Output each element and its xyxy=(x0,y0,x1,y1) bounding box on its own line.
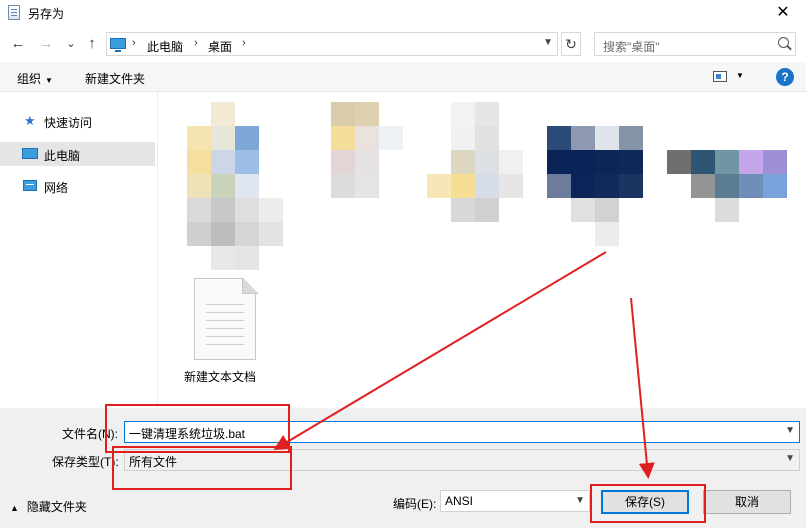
breadcrumb-separator[interactable]: › xyxy=(242,37,246,49)
breadcrumb-this-pc[interactable]: 此电脑 xyxy=(147,38,183,55)
breadcrumb-desktop[interactable]: 桌面 xyxy=(208,38,232,55)
chevron-down-icon[interactable]: ▼ xyxy=(785,453,795,464)
title-bar: 另存为 ✕ xyxy=(0,0,806,26)
encoding-label: 编码(E): xyxy=(393,497,437,511)
sidebar-item-this-pc[interactable]: 此电脑 xyxy=(0,142,155,166)
window-title: 另存为 xyxy=(28,7,65,21)
chevron-down-icon[interactable]: ▼ xyxy=(543,37,553,48)
sidebar-item-label: 快速访问 xyxy=(44,116,93,130)
chevron-down-icon[interactable]: ▼ xyxy=(575,495,585,506)
up-button[interactable]: ↑ xyxy=(82,34,102,54)
command-bar: 组织 ▼ 新建文件夹 ▼ ? xyxy=(0,62,806,92)
search-input[interactable]: 搜索"桌面" xyxy=(594,32,796,56)
refresh-button[interactable]: ↻ xyxy=(561,32,581,56)
cancel-button[interactable]: 取消 xyxy=(703,490,791,514)
filetype-label: 保存类型(T): xyxy=(52,455,119,469)
chevron-down-icon[interactable]: ▼ xyxy=(736,71,744,80)
search-icon[interactable] xyxy=(778,37,789,48)
navigation-bar: ← → ⌄ ↑ › 此电脑 › 桌面 › ▼ ↻ 搜索"桌面" xyxy=(0,28,806,60)
search-placeholder: 搜索"桌面" xyxy=(603,40,660,54)
file-list[interactable]: 新建文本文档 xyxy=(159,92,806,408)
recent-locations-button[interactable]: ⌄ xyxy=(61,34,81,54)
hide-folders-label: 隐藏文件夹 xyxy=(26,500,87,514)
close-button[interactable]: ✕ xyxy=(760,0,806,26)
address-bar[interactable]: › 此电脑 › 桌面 › ▼ xyxy=(106,32,558,56)
chevron-down-icon: ▼ xyxy=(45,76,53,85)
text-line xyxy=(206,320,244,321)
text-line xyxy=(206,328,244,329)
encoding-select[interactable]: ANSI ▼ xyxy=(440,490,590,512)
forward-button[interactable]: → xyxy=(36,34,56,54)
encoding-value[interactable]: ANSI xyxy=(445,494,473,508)
text-document-icon[interactable] xyxy=(194,278,258,360)
view-options-icon[interactable] xyxy=(713,71,727,82)
breadcrumb-separator[interactable]: › xyxy=(132,37,136,49)
chevron-down-icon[interactable]: ▼ xyxy=(785,425,795,436)
text-line xyxy=(206,336,244,337)
text-line xyxy=(206,304,244,305)
sidebar-item-label: 网络 xyxy=(44,181,69,195)
back-button[interactable]: ← xyxy=(8,34,28,54)
organize-button[interactable]: 组织 ▼ xyxy=(17,70,53,87)
annotation-box-save xyxy=(590,484,706,523)
text-line xyxy=(206,312,244,313)
network-icon xyxy=(23,180,37,191)
star-icon: ★ xyxy=(24,113,36,128)
sidebar-item-network[interactable]: 网络 xyxy=(0,174,155,198)
breadcrumb-separator[interactable]: › xyxy=(194,37,198,49)
chevron-up-icon: ▲ xyxy=(10,503,19,513)
navigation-pane: ★ 快速访问 此电脑 网络 xyxy=(0,92,158,408)
computer-icon xyxy=(110,38,126,52)
notepad-icon xyxy=(8,5,20,20)
sidebar-item-label: 此电脑 xyxy=(44,149,81,163)
new-folder-button[interactable]: 新建文件夹 xyxy=(85,70,145,87)
hide-folders-toggle[interactable]: ▲ 隐藏文件夹 xyxy=(10,498,87,515)
file-name-label[interactable]: 新建文本文档 xyxy=(184,368,256,385)
annotation-box-filetype xyxy=(112,446,292,490)
sidebar-item-quick-access[interactable]: ★ 快速访问 xyxy=(0,109,155,133)
computer-icon xyxy=(22,148,38,159)
organize-label: 组织 xyxy=(17,72,42,86)
help-button[interactable]: ? xyxy=(776,68,794,86)
text-document-fold xyxy=(242,278,258,294)
text-line xyxy=(206,344,244,345)
